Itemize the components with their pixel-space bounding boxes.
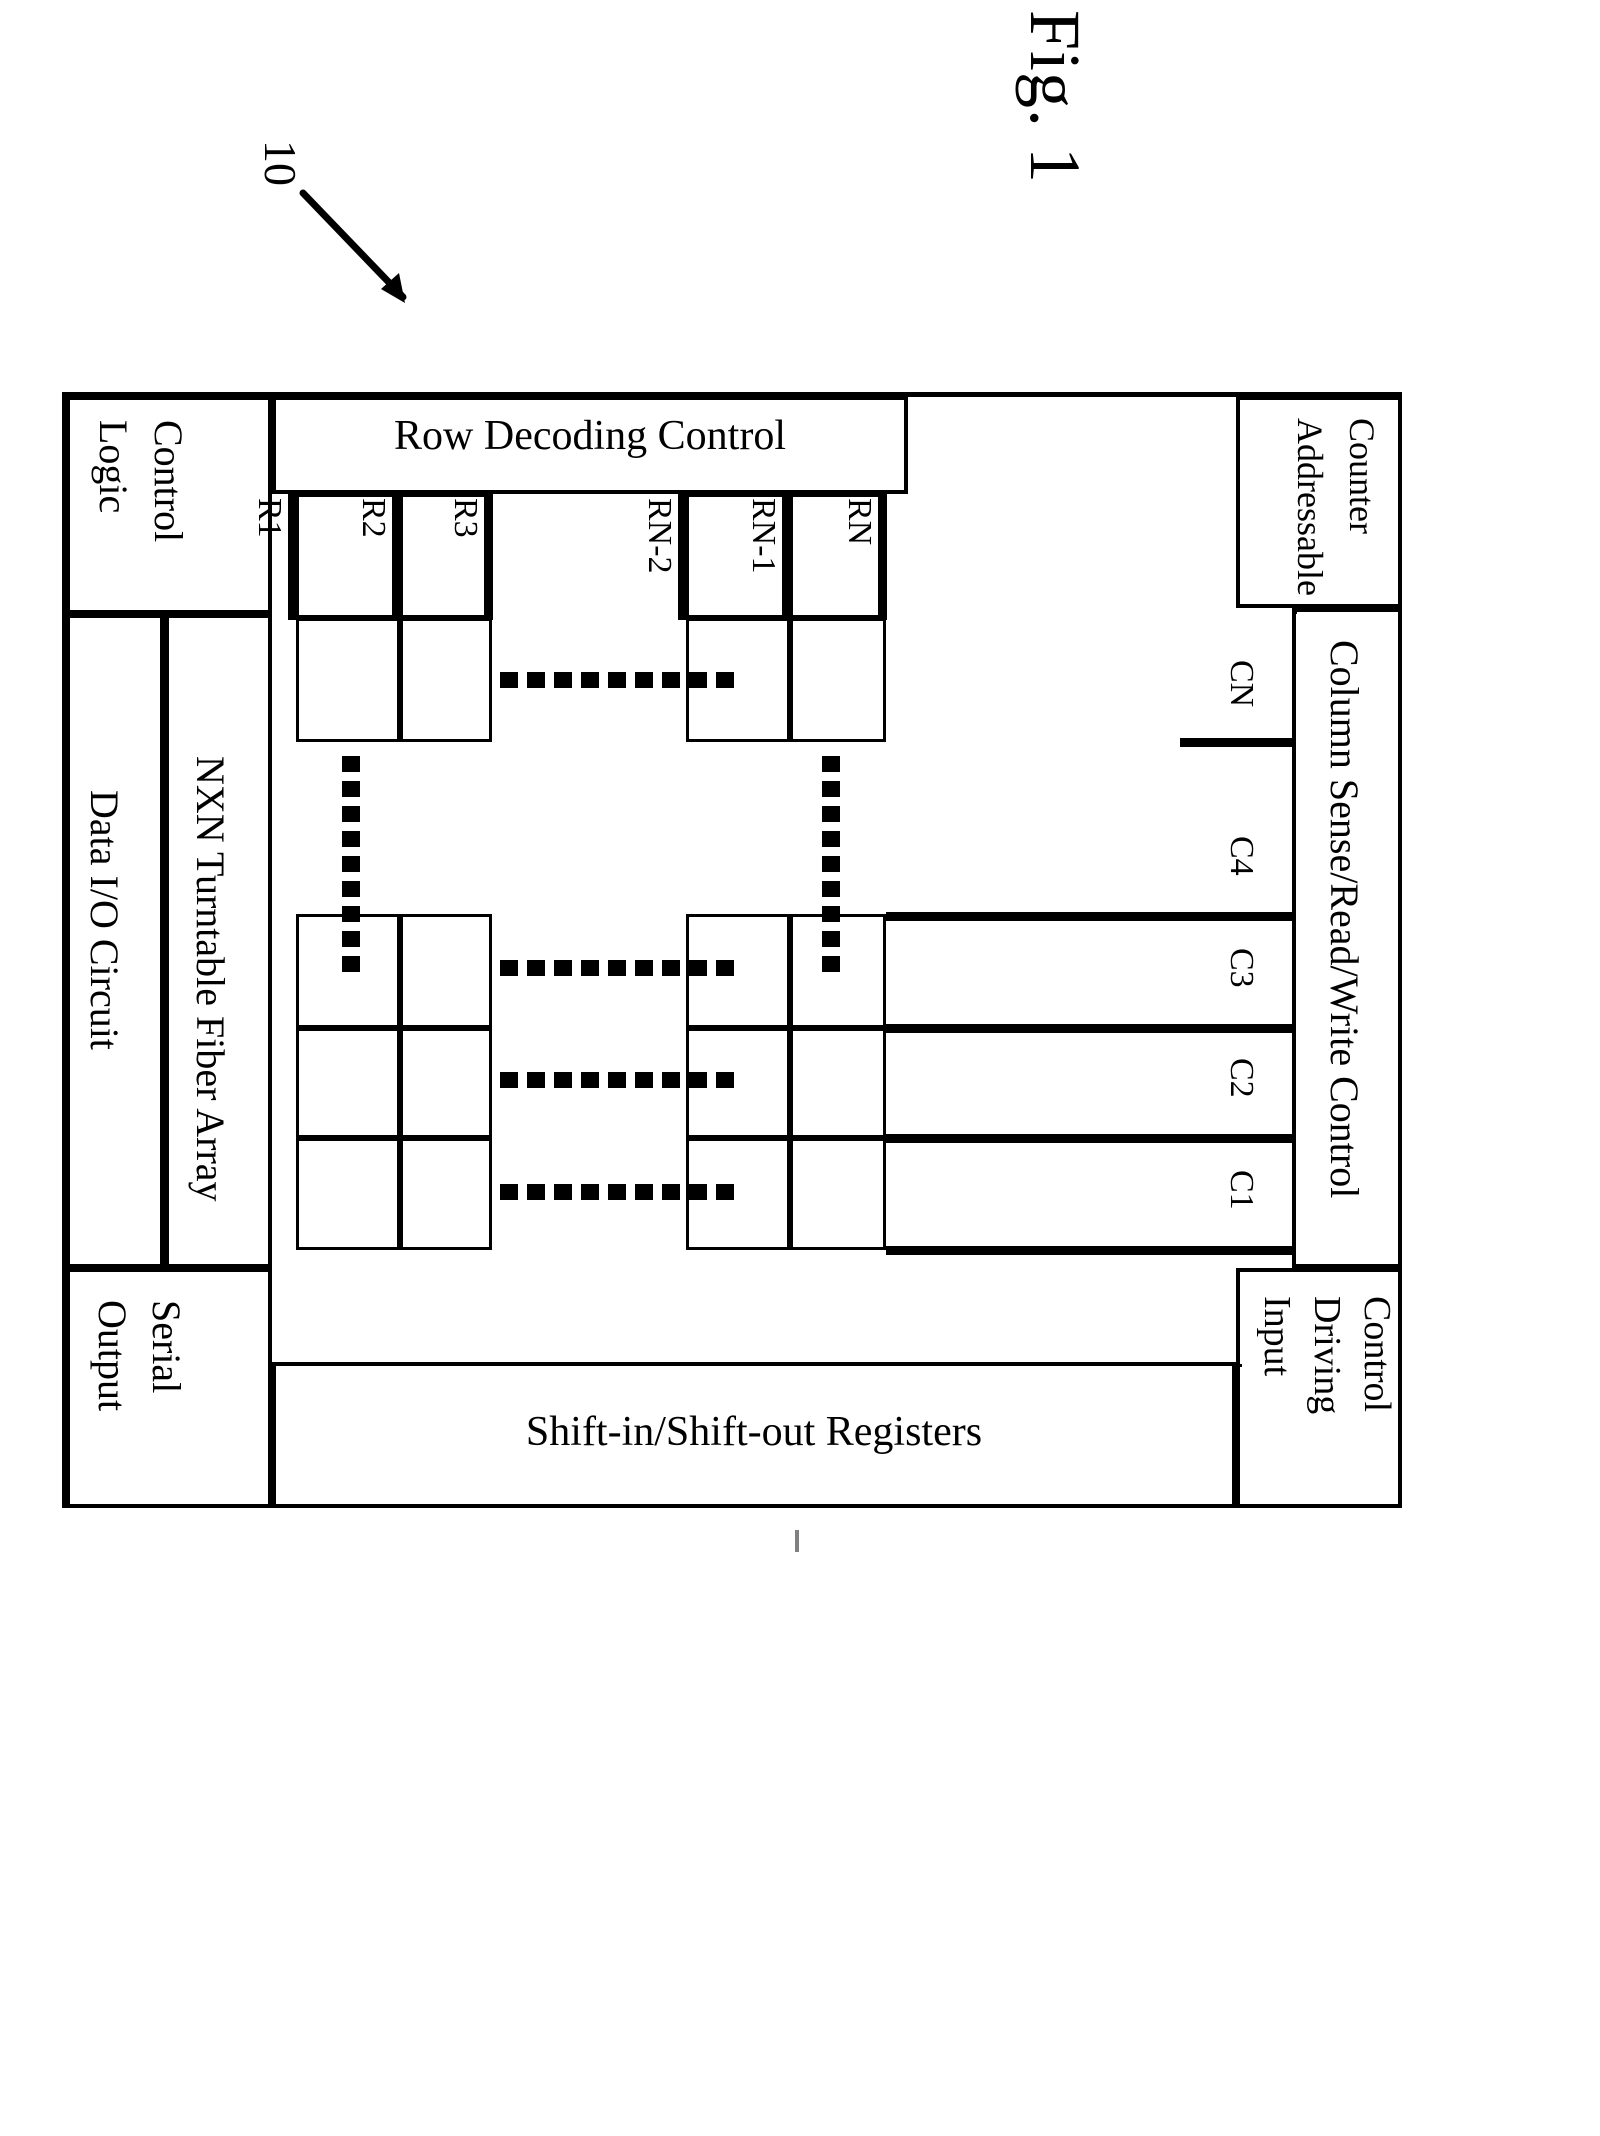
row-label-r3: R3 [447, 498, 484, 538]
array-cell[interactable] [790, 618, 886, 742]
serial-output-label-line1: Serial [144, 1300, 189, 1394]
connector-input-driving-to-shift-registers [1236, 1364, 1242, 1367]
column-line-c4 [886, 912, 1292, 921]
ellipsis-horizontal-mid-3 [500, 1184, 734, 1200]
row-label-rn: RN [841, 498, 878, 546]
control-logic-label-line2: Logic [91, 420, 136, 514]
array-cell[interactable] [790, 1138, 886, 1250]
array-cell[interactable] [296, 1028, 400, 1138]
addressable-counter-label-line2: Counter [1342, 418, 1382, 534]
row-line-rn2 [678, 494, 687, 620]
column-line-cn [1180, 738, 1292, 747]
ellipsis-vertical-right [822, 756, 840, 972]
shift-registers-label: Shift-in/Shift-out Registers [525, 1409, 983, 1455]
array-cell[interactable] [790, 1028, 886, 1138]
input-driving-control-label-line3: Control [1356, 1296, 1398, 1413]
column-control-label: Column Sense/Read/Write Control [1322, 640, 1367, 1199]
array-cell[interactable] [400, 1138, 492, 1250]
array-cell[interactable] [400, 1028, 492, 1138]
row-line-r1 [288, 494, 297, 620]
array-cell[interactable] [296, 618, 400, 742]
column-label-c1: C1 [1223, 1170, 1260, 1210]
row-line-r2 [392, 494, 401, 620]
fiber-array-label: NXN Turntable Fiber Array [188, 756, 233, 1202]
data-io-circuit-label: Data I/O Circuit [82, 790, 127, 1050]
row-line-rn1 [782, 494, 791, 620]
ellipsis-horizontal-mid-2 [500, 1072, 734, 1088]
column-label-c2: C2 [1223, 1058, 1260, 1098]
row-label-r2: R2 [355, 498, 392, 538]
column-label-c3: C3 [1223, 948, 1260, 988]
column-line-c1 [886, 1246, 1292, 1255]
input-driving-control-label-line2: Driving [1306, 1296, 1348, 1415]
connector-serial-output-to-shift-registers [272, 1362, 1236, 1365]
column-label-cn: CN [1223, 660, 1260, 708]
row-line-rn [878, 494, 887, 620]
input-driving-control-label-line1: Input [1256, 1296, 1298, 1377]
figure-title: Fig. 1 [1015, 10, 1095, 185]
ellipsis-horizontal-top [500, 672, 734, 688]
control-logic-label-line1: Control [146, 420, 191, 543]
row-label-r1: R1 [251, 498, 288, 538]
addressable-counter-label-line1: Addressable [1290, 418, 1330, 596]
connector-counter-to-column-control [1294, 608, 1297, 614]
array-cell[interactable] [400, 914, 492, 1028]
serial-output-label-line2: Output [90, 1300, 135, 1412]
column-line-c3 [886, 1024, 1292, 1033]
array-cell[interactable] [400, 618, 492, 742]
row-label-rn-2: RN-2 [641, 498, 678, 574]
reference-leader-arrow [299, 189, 407, 303]
column-line-c2 [886, 1134, 1292, 1143]
ellipsis-vertical-left [342, 756, 360, 972]
ellipsis-horizontal-mid-1 [500, 960, 734, 976]
column-label-c4: C4 [1223, 836, 1260, 876]
connector-control-logic-to-data-io [166, 614, 169, 1268]
scan-artifact [795, 1530, 799, 1552]
row-decoding-control-label: Row Decoding Control [394, 413, 786, 459]
array-cell[interactable] [296, 1138, 400, 1250]
row-label-rn-1: RN-1 [745, 498, 782, 574]
row-line-r3 [484, 494, 493, 620]
